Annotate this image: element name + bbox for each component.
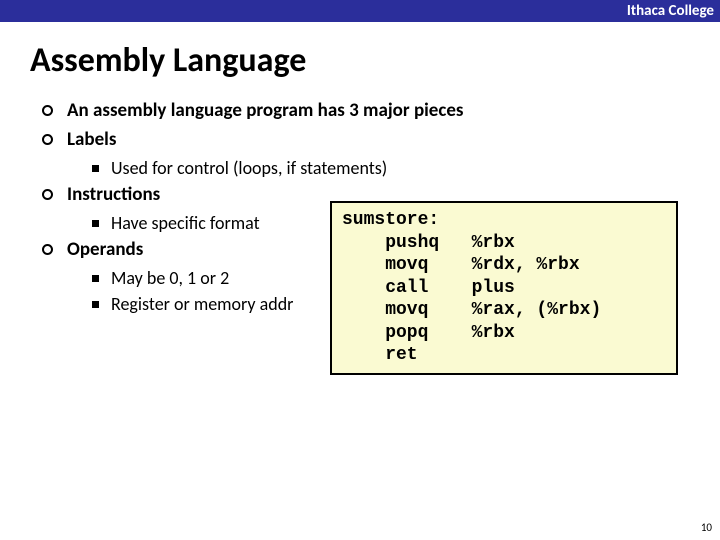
sub-bullet-item: Used for control (loops, if statements)	[92, 157, 720, 179]
bullet-item: Labels	[42, 128, 720, 151]
code-line: sumstore:	[342, 209, 666, 232]
square-bullet-icon	[92, 220, 99, 227]
bullet-text: Instructions	[67, 183, 160, 206]
header-bar: Ithaca College	[0, 0, 720, 22]
sub-bullet-text: Have specific format	[111, 212, 260, 234]
bullet-text: Operands	[67, 238, 143, 261]
code-box: sumstore: pushq %rbx movq %rdx, %rbx cal…	[330, 201, 678, 375]
sub-bullet-text: May be 0, 1 or 2	[111, 267, 229, 289]
code-line: popq %rbx	[342, 322, 666, 345]
sub-bullet-text: Register or memory addr	[111, 293, 293, 315]
code-line: call plus	[342, 277, 666, 300]
square-bullet-icon	[92, 301, 99, 308]
code-line: pushq %rbx	[342, 232, 666, 255]
square-bullet-icon	[92, 165, 99, 172]
slide-title: Assembly Language	[30, 40, 720, 81]
bullet-text: Labels	[67, 128, 116, 151]
circle-bullet-icon	[42, 134, 53, 145]
header-org: Ithaca College	[627, 2, 714, 20]
code-line: movq %rdx, %rbx	[342, 254, 666, 277]
page-number: 10	[701, 521, 712, 534]
code-line: movq %rax, (%rbx)	[342, 299, 666, 322]
circle-bullet-icon	[42, 244, 53, 255]
square-bullet-icon	[92, 275, 99, 282]
sub-bullet-text: Used for control (loops, if statements)	[111, 157, 387, 179]
code-line: ret	[342, 344, 666, 367]
bullet-text: An assembly language program has 3 major…	[67, 99, 463, 122]
circle-bullet-icon	[42, 189, 53, 200]
circle-bullet-icon	[42, 105, 53, 116]
bullet-item: An assembly language program has 3 major…	[42, 99, 720, 122]
